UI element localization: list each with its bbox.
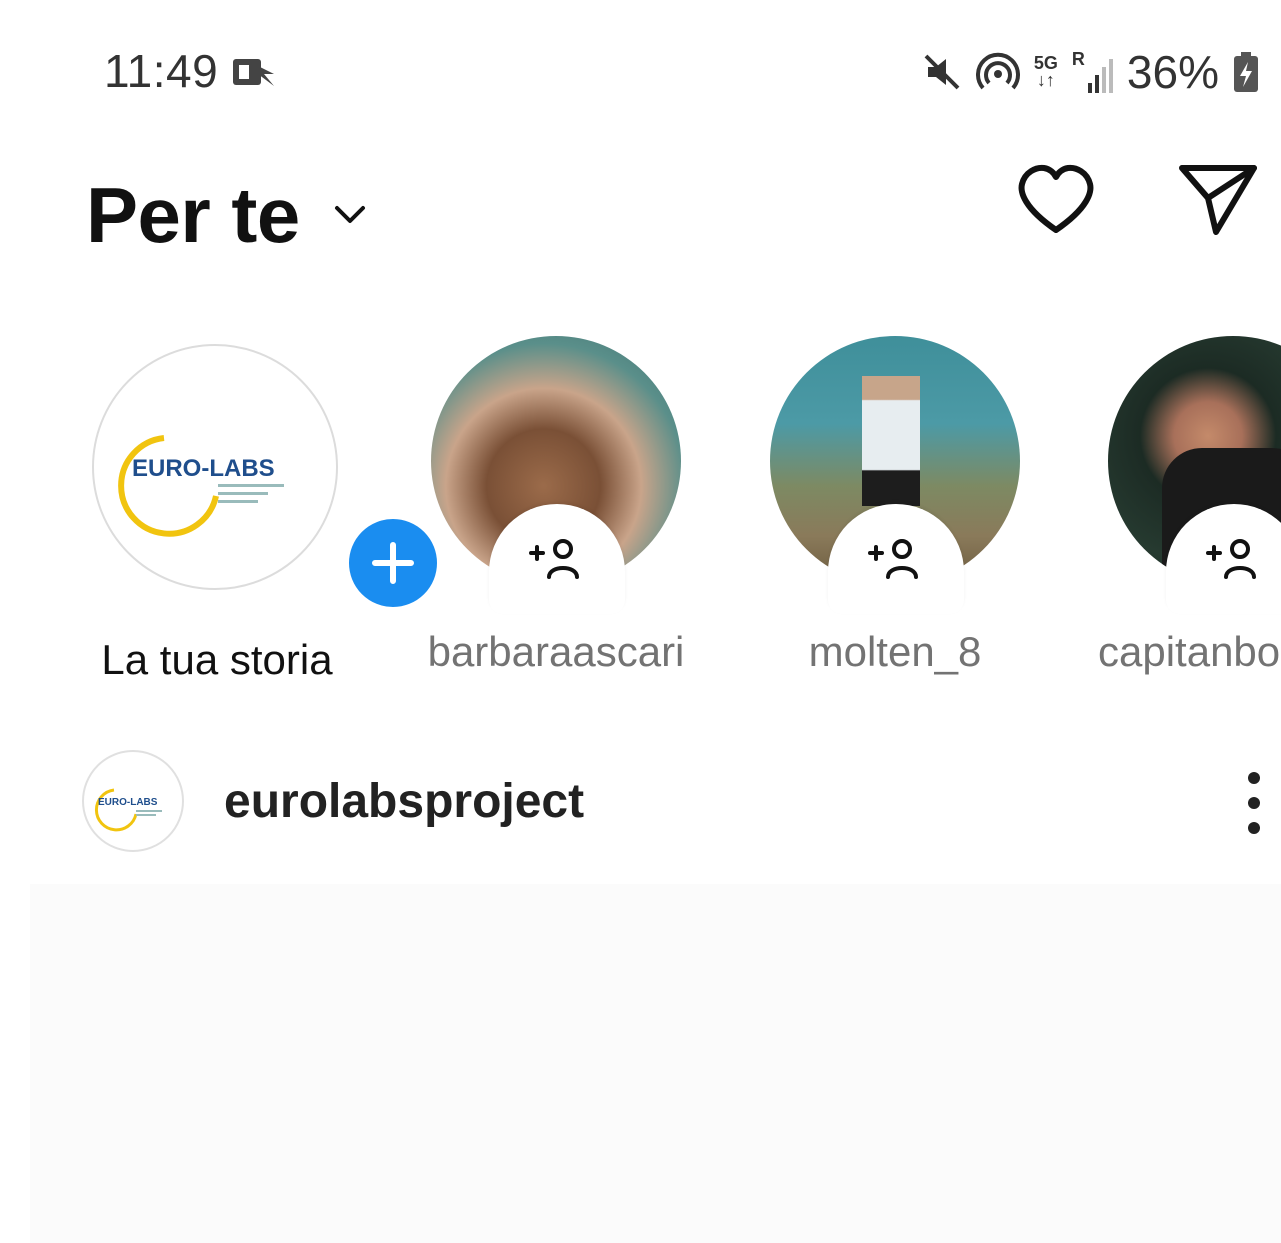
story-molten-8[interactable]: molten_8 <box>760 336 1030 696</box>
hotspot-icon <box>975 52 1020 90</box>
mute-icon <box>924 54 960 90</box>
post-media[interactable] <box>30 884 1281 1243</box>
post-author-avatar[interactable]: EURO-LABS <box>82 750 184 852</box>
post-author-username[interactable]: eurolabsproject <box>224 774 584 829</box>
data-arrows-icon: ↓↑ <box>1036 70 1055 90</box>
eurolabs-logo: EURO-LABS <box>94 788 162 832</box>
more-options-icon[interactable] <box>1228 770 1280 836</box>
story-label: La tua storia <box>101 636 333 683</box>
status-bar: 11:49 5G ↓↑ R 36% <box>0 0 1281 140</box>
signal-bar <box>1094 75 1099 93</box>
direct-messages-icon[interactable] <box>1176 158 1260 238</box>
add-user-icon <box>1206 539 1256 579</box>
story-capitanbo[interactable]: capitanbo <box>1098 336 1281 696</box>
eurolabs-logo-text: EURO-LABS <box>98 797 158 808</box>
roaming-label: R <box>1071 49 1085 69</box>
signal-bar <box>1101 67 1106 93</box>
eurolabs-logo-text: EURO-LABS <box>132 455 275 482</box>
story-label: capitanbo <box>1098 628 1281 675</box>
network-type-icon: 5G ↓↑ <box>1034 54 1058 90</box>
story-barbaraascari[interactable]: barbaraascari <box>421 336 691 696</box>
story-your-story[interactable]: EURO-LABS La tua storia <box>82 336 442 696</box>
notifications-heart-icon[interactable] <box>1014 160 1098 240</box>
screen-record-icon <box>233 59 274 86</box>
plus-icon <box>372 542 414 584</box>
feed-title[interactable]: Per te <box>86 170 300 261</box>
battery-charging-icon <box>1234 52 1258 92</box>
battery-percent: 36% <box>1126 46 1219 98</box>
story-label: barbaraascari <box>427 628 685 675</box>
signal-bar <box>1108 59 1113 93</box>
eurolabs-logo: EURO-LABS <box>118 435 284 537</box>
status-right-group: 5G ↓↑ R 36% <box>922 44 1259 100</box>
app-header: Per te <box>0 140 1281 300</box>
add-user-icon <box>868 539 918 579</box>
person-figure <box>862 376 920 506</box>
signal-bar <box>1087 83 1092 93</box>
status-time: 11:49 <box>104 45 219 97</box>
post-header: EURO-LABS eurolabsproject <box>0 750 1281 854</box>
chevron-down-icon[interactable] <box>332 196 368 232</box>
add-user-icon <box>529 539 579 579</box>
signal-icon: R <box>1071 49 1113 93</box>
story-avatar: EURO-LABS <box>92 344 338 590</box>
story-label: molten_8 <box>808 628 982 675</box>
